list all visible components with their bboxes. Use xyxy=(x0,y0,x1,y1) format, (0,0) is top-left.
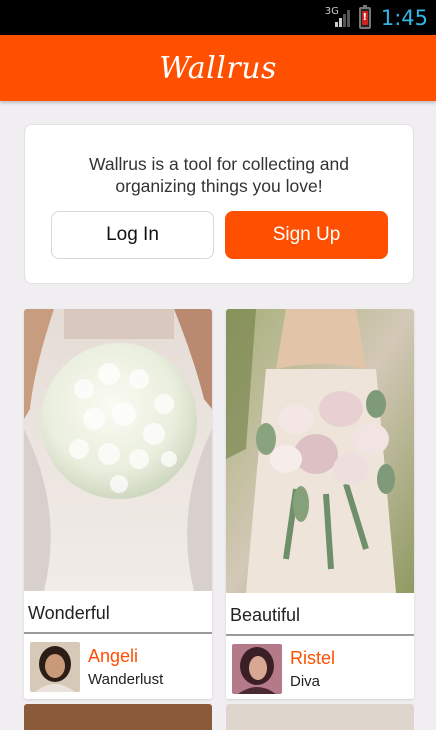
pin-user-row[interactable]: Angeli Wanderlust xyxy=(24,634,212,699)
pin-image-peek[interactable] xyxy=(24,704,212,730)
intro-line-1: Wallrus is a tool for collecting and xyxy=(88,154,350,174)
signup-button[interactable]: Sign Up xyxy=(225,211,388,259)
user-name[interactable]: Ristel xyxy=(290,648,335,669)
pin-image-bouquet-blush[interactable] xyxy=(226,309,414,593)
login-button[interactable]: Log In xyxy=(51,211,214,259)
intro-text: Wallrus is a tool for collecting and org… xyxy=(25,153,413,197)
board-name[interactable]: Diva xyxy=(290,673,320,690)
intro-line-2: organizing things you love! xyxy=(115,176,323,196)
clock: 1:45 xyxy=(380,5,428,30)
pin-image-peek[interactable] xyxy=(226,704,414,730)
pin-card[interactable]: Wonderful Angeli Wanderlust xyxy=(24,309,212,699)
pin-card[interactable]: Beautiful Ristel Diva xyxy=(226,309,414,699)
user-name[interactable]: Angeli xyxy=(88,646,138,667)
avatar[interactable] xyxy=(232,644,282,694)
status-bar: 3G ! 1:45 xyxy=(0,0,436,35)
avatar[interactable] xyxy=(30,642,80,692)
app-title: Wallrus xyxy=(159,50,277,86)
board-name[interactable]: Wanderlust xyxy=(88,671,163,688)
pin-caption: Wonderful xyxy=(28,603,110,623)
pin-image-bouquet-white[interactable] xyxy=(24,309,212,591)
pin-user-row[interactable]: Ristel Diva xyxy=(226,636,414,699)
pin-caption: Beautiful xyxy=(230,605,301,625)
app-bar: Wallrus xyxy=(0,35,436,101)
battery-alert-icon: ! xyxy=(358,4,371,29)
signal-icon xyxy=(334,9,353,27)
intro-card: Wallrus is a tool for collecting and org… xyxy=(24,124,414,284)
